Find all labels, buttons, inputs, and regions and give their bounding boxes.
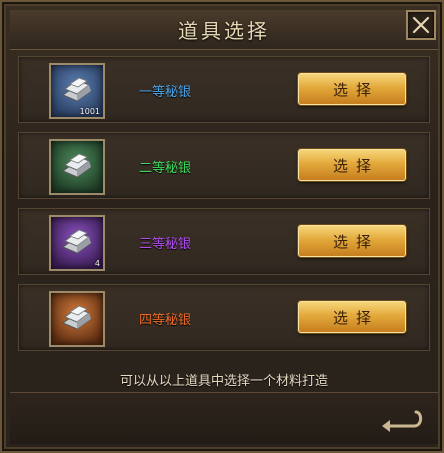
mithril-ingot-icon: [61, 153, 93, 178]
item-name: 一等秘银: [139, 85, 192, 100]
hint-text: 可以从以上道具中选择一个材料打造: [119, 374, 328, 389]
close-icon: [412, 16, 430, 34]
mithril-ingot-icon: [61, 77, 93, 102]
item-list: 1001 一等秘银 选择 二等秘银 选择 4 三等秘银 选择 四等秘银 选择: [18, 56, 430, 360]
item-slot[interactable]: 1001: [49, 63, 105, 119]
item-slot[interactable]: [49, 139, 105, 195]
list-item: 二等秘银 选择: [18, 132, 430, 199]
item-slot[interactable]: 4: [49, 215, 105, 271]
dialog-title: 道具选择: [178, 19, 270, 43]
item-count: 4: [94, 259, 100, 268]
select-button[interactable]: 选择: [298, 225, 406, 257]
mithril-ingot-icon: [61, 305, 93, 330]
return-arrow-icon: [382, 410, 423, 432]
list-item: 四等秘银 选择: [18, 284, 430, 351]
item-name: 三等秘银: [139, 237, 192, 252]
select-button[interactable]: 选择: [298, 301, 406, 333]
list-item: 4 三等秘银 选择: [18, 208, 430, 275]
item-name: 二等秘银: [139, 161, 192, 176]
close-button[interactable]: [406, 10, 436, 40]
list-item: 1001 一等秘银 选择: [18, 56, 430, 123]
select-button[interactable]: 选择: [298, 149, 406, 181]
item-count: 1001: [79, 107, 100, 116]
mithril-ingot-icon: [61, 229, 93, 254]
item-select-dialog: 道具选择 1001 一等秘银 选择 二等秘银 选择 4 三等秘银 选择 四等秘银…: [0, 0, 444, 453]
back-button[interactable]: [372, 399, 430, 439]
bottom-bar: [10, 392, 438, 444]
item-slot[interactable]: [49, 291, 105, 347]
item-name: 四等秘银: [139, 313, 192, 328]
title-bar: 道具选择: [10, 10, 438, 50]
select-button[interactable]: 选择: [298, 73, 406, 105]
